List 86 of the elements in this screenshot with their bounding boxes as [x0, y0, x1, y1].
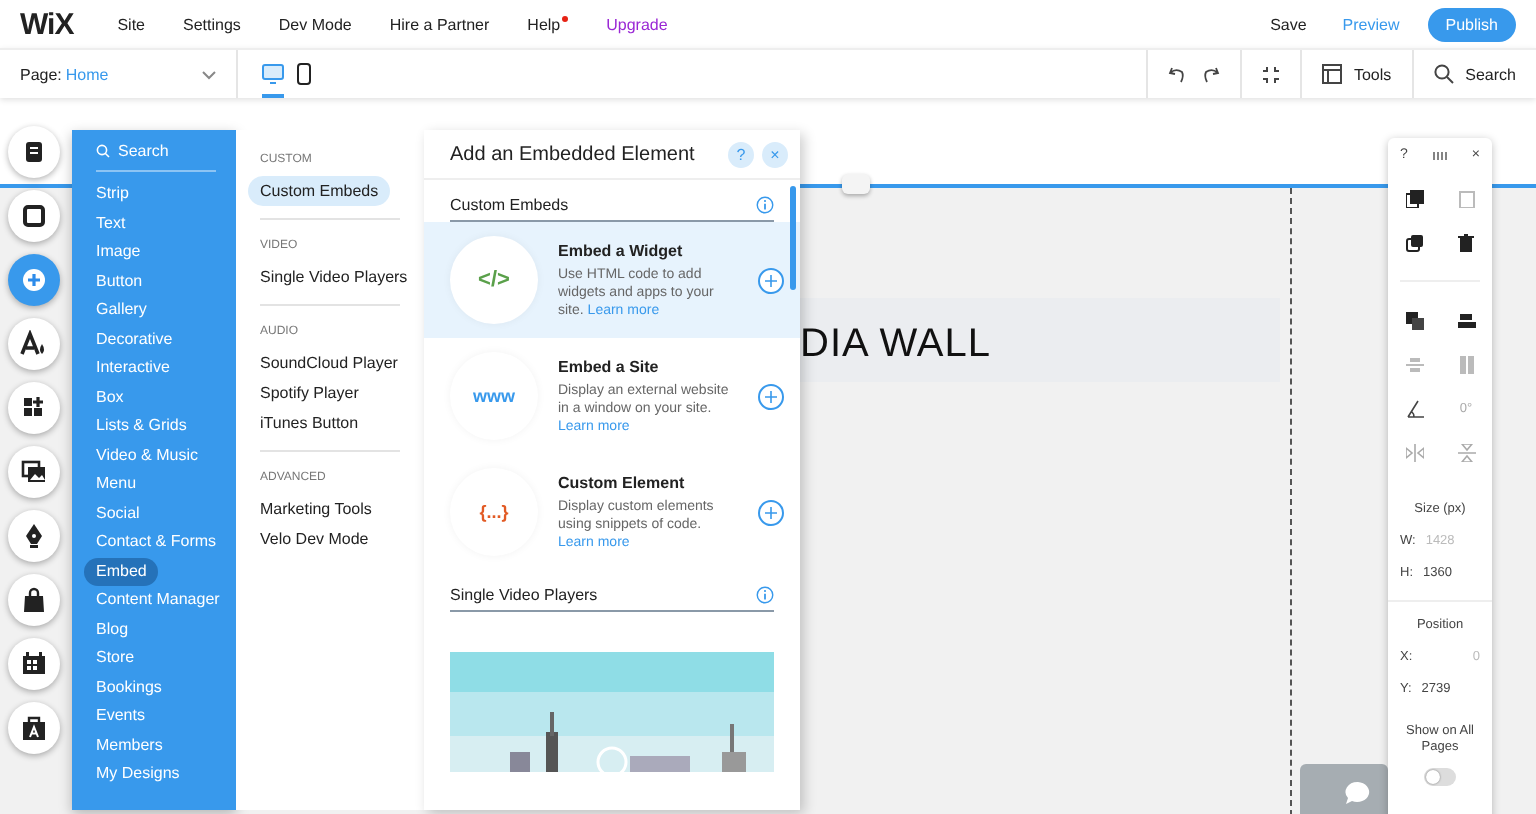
category-item[interactable]: Blog [84, 615, 141, 644]
preview-link[interactable]: Preview [1342, 15, 1400, 33]
code-icon: </> [450, 236, 538, 324]
background-icon[interactable] [8, 190, 60, 242]
top-nav-link[interactable]: Site [117, 15, 145, 33]
top-nav-link[interactable]: Hire a Partner [389, 15, 490, 33]
add-button[interactable] [758, 383, 784, 409]
category-item[interactable]: Social [84, 499, 152, 528]
copy-icon[interactable] [1400, 184, 1428, 212]
subcategory-item[interactable]: Velo Dev Mode [248, 524, 381, 554]
top-nav-link[interactable]: Settings [183, 15, 241, 33]
option-title: Embed a Site [558, 357, 661, 375]
blog-icon[interactable] [8, 510, 60, 562]
category-item[interactable]: My Designs [84, 760, 192, 789]
canvas-heading: DIA WALL [800, 322, 992, 368]
category-item[interactable]: Members [84, 731, 175, 760]
search-icon [96, 144, 110, 158]
search-field[interactable]: Search [96, 142, 216, 172]
plus-icon [764, 505, 778, 519]
subcategory-item[interactable]: Single Video Players [248, 262, 420, 292]
category-item[interactable]: Menu [84, 470, 149, 499]
option-title: Custom Element [558, 473, 687, 491]
apps-icon[interactable] [8, 382, 60, 434]
panel-title: Add an Embedded Element [450, 143, 697, 165]
top-nav-link[interactable]: Upgrade [606, 15, 668, 33]
category-item[interactable]: Gallery [84, 296, 159, 325]
toggle-switch[interactable] [1424, 768, 1456, 786]
category-item[interactable]: Content Manager [84, 586, 232, 615]
drag-handle-icon[interactable] [1431, 151, 1448, 159]
plus-icon [764, 273, 778, 287]
top-nav-link[interactable]: Help [527, 15, 569, 33]
category-item[interactable]: Lists & Grids [84, 412, 199, 441]
category-item[interactable]: Video & Music [84, 441, 210, 470]
close-button[interactable]: × [762, 141, 788, 167]
fit-to-screen-icon[interactable] [1261, 65, 1280, 83]
search-icon [1433, 64, 1454, 84]
undo-icon[interactable] [1167, 65, 1186, 83]
code-icon: {...} [450, 468, 538, 556]
chat-widget[interactable] [1300, 764, 1388, 814]
code-icon: www [450, 352, 538, 440]
add-button[interactable] [758, 267, 784, 293]
category-item[interactable]: Interactive [84, 354, 182, 383]
chat-icon [1344, 780, 1372, 808]
add-icon[interactable] [8, 254, 60, 306]
subcategory-item[interactable]: SoundCloud Player [248, 348, 410, 378]
category-item[interactable]: Button [84, 267, 155, 296]
my-business-icon[interactable] [8, 702, 60, 754]
scrollbar[interactable] [790, 186, 796, 290]
category-item[interactable]: Box [84, 383, 136, 412]
category-item[interactable]: Bookings [84, 673, 174, 702]
store-icon[interactable] [8, 574, 60, 626]
bookings-icon[interactable] [8, 638, 60, 690]
add-button[interactable] [758, 499, 784, 525]
subcategory-item[interactable]: Marketing Tools [248, 494, 384, 524]
category-item[interactable]: Embed [84, 557, 159, 586]
plus-icon [764, 389, 778, 403]
top-nav-link[interactable]: Dev Mode [278, 15, 352, 33]
option-title: Embed a Widget [558, 241, 685, 259]
help-button[interactable]: ? [728, 141, 754, 167]
category-item[interactable]: Decorative [84, 325, 185, 354]
info-icon[interactable] [756, 586, 774, 604]
category-item[interactable]: Events [84, 702, 157, 731]
section-title: Custom Embeds [450, 196, 571, 214]
notification-dot [562, 15, 569, 21]
category-item[interactable]: Contact & Forms [84, 528, 229, 557]
category-item[interactable]: Image [84, 238, 153, 267]
subcategory-item[interactable]: Spotify Player [248, 378, 371, 408]
save-link[interactable]: Save [1270, 15, 1307, 33]
chevron-icon [202, 69, 216, 79]
delete-icon[interactable] [1452, 228, 1480, 256]
subcategory-item[interactable]: Custom Embeds [248, 176, 391, 206]
category-item[interactable]: Text [84, 209, 138, 238]
section-title: Single Video Players [450, 586, 600, 604]
design-icon[interactable] [8, 318, 60, 370]
publish-button[interactable]: Publish [1427, 7, 1516, 41]
category-item[interactable]: Store [84, 644, 147, 673]
category-item[interactable]: Strip [84, 180, 141, 209]
redo-icon[interactable] [1201, 65, 1220, 83]
panel-icon [1321, 64, 1342, 84]
media-icon[interactable] [8, 446, 60, 498]
wix-logo[interactable]: WiX [20, 7, 74, 41]
arrange-icon[interactable] [1400, 306, 1428, 334]
subcategory-item[interactable]: iTunes Button [248, 408, 371, 438]
page-label: Page: [20, 65, 62, 83]
info-icon[interactable] [756, 196, 774, 214]
page-value: Home [65, 65, 111, 83]
